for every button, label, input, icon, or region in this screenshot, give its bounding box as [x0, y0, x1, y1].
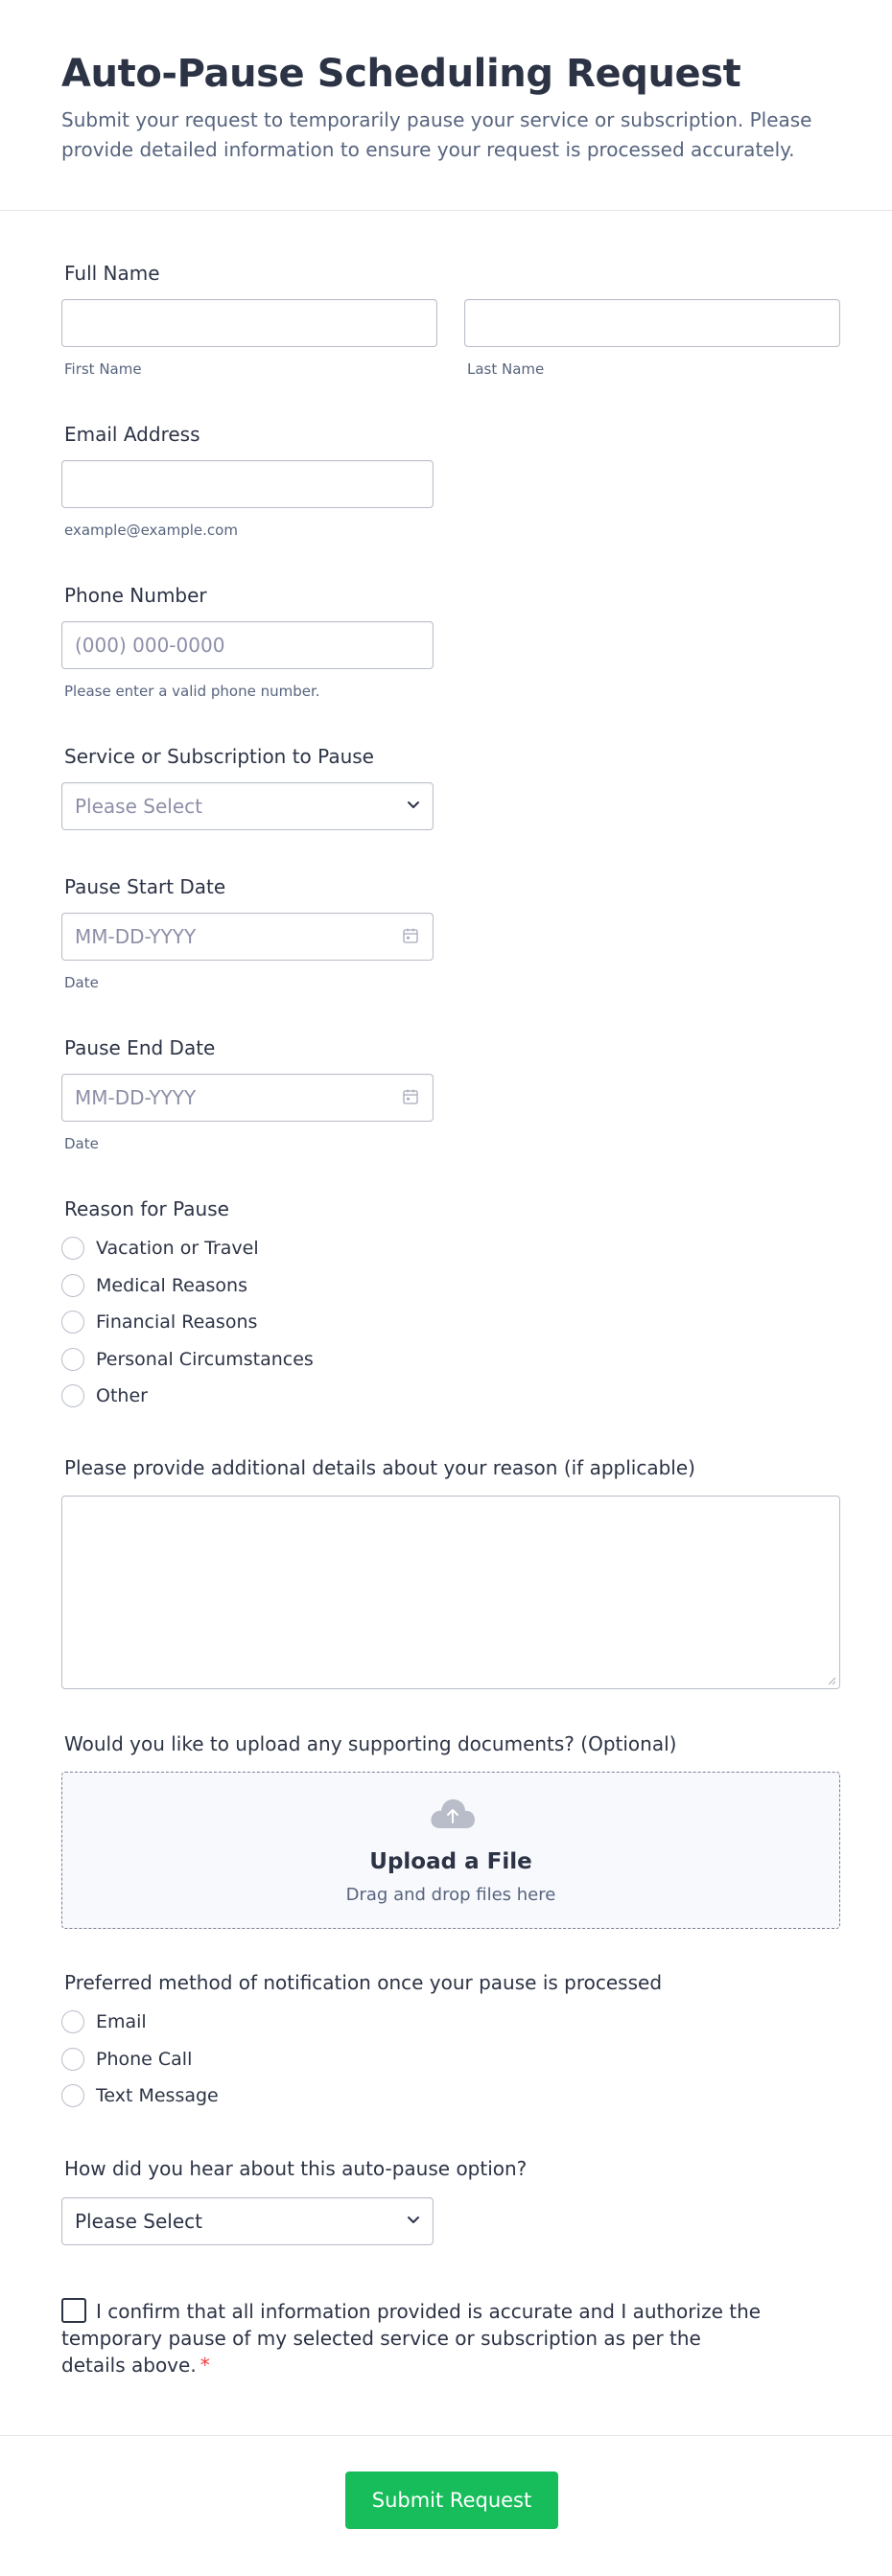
notification-option[interactable]: Text Message [61, 2082, 219, 2109]
confirm-statement: I confirm that all information provided … [61, 2298, 762, 2379]
resize-handle-icon[interactable] [827, 1676, 836, 1685]
calendar-icon[interactable] [402, 927, 419, 944]
chevron-down-icon [408, 2216, 419, 2223]
confirm-text: I confirm that all information provided … [61, 2300, 762, 2377]
required-asterisk: * [200, 2354, 210, 2377]
pause-end-date-input[interactable]: MM-DD-YYYY [61, 1074, 434, 1122]
upload-label: Would you like to upload any supporting … [64, 1732, 677, 1755]
radio-button[interactable] [61, 1311, 84, 1334]
service-select[interactable]: Please Select [61, 782, 434, 830]
pause-start-date-input[interactable]: MM-DD-YYYY [61, 913, 434, 961]
radio-button[interactable] [61, 2084, 84, 2107]
cloud-upload-icon [431, 1799, 475, 1828]
email-label: Email Address [64, 423, 200, 446]
phone-label: Phone Number [64, 584, 207, 607]
reason-option[interactable]: Other [61, 1382, 148, 1409]
upload-title: Upload a File [369, 1849, 532, 1874]
pause-start-placeholder: MM-DD-YYYY [75, 925, 197, 948]
phone-input[interactable]: (000) 000-0000 [61, 621, 434, 669]
last-name-input[interactable] [464, 299, 840, 347]
upload-subtitle: Drag and drop files here [345, 1885, 556, 1905]
first-name-input[interactable] [61, 299, 437, 347]
radio-button[interactable] [61, 1274, 84, 1297]
reason-option[interactable]: Medical Reasons [61, 1272, 247, 1299]
service-selected-value: Please Select [75, 795, 202, 818]
notification-option[interactable]: Email [61, 2008, 147, 2035]
reason-option[interactable]: Financial Reasons [61, 1309, 257, 1335]
source-select[interactable]: Please Select [61, 2197, 434, 2245]
form-header: Auto-Pause Scheduling Request Submit you… [0, 0, 892, 211]
email-sublabel: example@example.com [64, 522, 238, 539]
pause-start-label: Pause Start Date [64, 875, 226, 898]
first-name-sublabel: First Name [64, 360, 142, 378]
radio-button[interactable] [61, 2010, 84, 2033]
pause-end-placeholder: MM-DD-YYYY [75, 1086, 197, 1109]
details-textarea[interactable] [61, 1496, 840, 1689]
reason-option[interactable]: Personal Circumstances [61, 1346, 314, 1373]
notification-option[interactable]: Phone Call [61, 2046, 192, 2073]
pause-start-sublabel: Date [64, 974, 99, 991]
form-subtitle: Submit your request to temporarily pause… [61, 108, 812, 161]
submit-button[interactable]: Submit Request [345, 2472, 558, 2529]
radio-button[interactable] [61, 1237, 84, 1260]
reason-option[interactable]: Vacation or Travel [61, 1235, 259, 1262]
last-name-sublabel: Last Name [467, 360, 545, 378]
pause-end-label: Pause End Date [64, 1036, 216, 1059]
pause-end-sublabel: Date [64, 1135, 99, 1152]
footer-divider [0, 2435, 892, 2436]
form-title: Auto-Pause Scheduling Request [61, 52, 741, 96]
details-label: Please provide additional details about … [64, 1456, 695, 1479]
notification-label: Preferred method of notification once yo… [64, 1971, 663, 1994]
radio-button[interactable] [61, 1348, 84, 1371]
radio-button[interactable] [61, 2048, 84, 2071]
confirm-checkbox[interactable] [61, 2298, 86, 2323]
source-label: How did you hear about this auto-pause o… [64, 2157, 528, 2180]
file-upload-dropzone[interactable]: Upload a File Drag and drop files here [61, 1772, 840, 1929]
reason-label: Reason for Pause [64, 1197, 229, 1220]
chevron-down-icon [408, 801, 419, 808]
full-name-label: Full Name [64, 262, 160, 285]
phone-placeholder: (000) 000-0000 [75, 634, 225, 657]
email-field[interactable] [61, 460, 434, 508]
service-label: Service or Subscription to Pause [64, 745, 374, 768]
calendar-icon[interactable] [402, 1088, 419, 1105]
radio-button[interactable] [61, 1384, 84, 1407]
phone-sublabel: Please enter a valid phone number. [64, 683, 320, 700]
source-selected-value: Please Select [75, 2210, 202, 2233]
